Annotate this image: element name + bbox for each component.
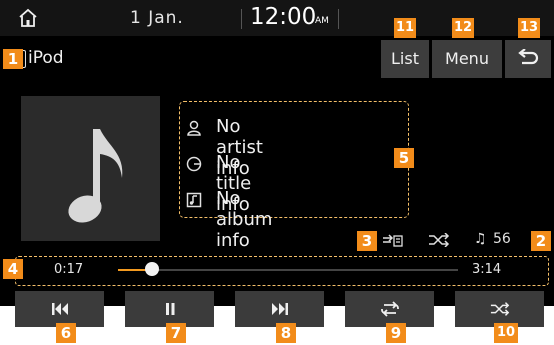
divider: [241, 9, 242, 29]
pause-icon: [163, 302, 177, 316]
next-button[interactable]: [235, 291, 324, 327]
repeat-button[interactable]: [345, 291, 434, 327]
callout-13: 13: [518, 18, 540, 38]
date: 1 Jan.: [130, 8, 184, 28]
person-icon: [186, 120, 204, 136]
callout-12: 12: [452, 18, 474, 38]
previous-button[interactable]: [15, 291, 104, 327]
callout-8: 8: [276, 323, 296, 343]
song-count: 56: [493, 231, 511, 247]
elapsed-time: 0:17: [54, 262, 84, 277]
back-icon: [517, 49, 539, 67]
callout-11: 11: [394, 18, 416, 38]
divider: [338, 9, 339, 29]
progress-track[interactable]: [118, 262, 458, 276]
shuffle-icon: [428, 233, 450, 247]
callout-9: 9: [386, 323, 406, 343]
album-art: [21, 96, 160, 241]
clock: 12:00: [250, 4, 317, 30]
progress-handle[interactable]: [145, 262, 159, 276]
skip-next-icon: [271, 302, 289, 316]
repeat-folder-icon: [381, 233, 403, 247]
callout-5: 5: [394, 148, 414, 168]
skip-previous-icon: [51, 302, 69, 316]
callout-3: 3: [357, 231, 377, 251]
repeat-icon: [379, 301, 401, 317]
player-panel: 1 Jan. 12:00 AM ♫ iPod List Menu: [0, 0, 554, 306]
shuffle-icon: [490, 302, 510, 316]
callout-1: 1: [3, 49, 23, 69]
music-note-icon: [68, 129, 123, 223]
source-label: iPod: [28, 48, 64, 68]
callout-10: 10: [494, 323, 518, 343]
total-time: 3:14: [472, 262, 502, 277]
song-count-icon: ♫: [474, 231, 487, 247]
callout-7: 7: [166, 323, 186, 343]
home-icon[interactable]: [18, 8, 38, 28]
back-button[interactable]: [505, 40, 551, 78]
progress-bar-area: [15, 256, 549, 286]
menu-button[interactable]: Menu: [432, 40, 502, 78]
album-text: No album info: [216, 188, 273, 251]
ampm: AM: [315, 16, 329, 26]
track-info: No artist info No title info No album in…: [179, 101, 409, 251]
callout-2: 2: [531, 231, 551, 251]
list-button[interactable]: List: [381, 40, 429, 78]
callout-4: 4: [3, 259, 23, 279]
screen: 1 Jan. 12:00 AM ♫ iPod List Menu: [0, 0, 554, 345]
shuffle-button[interactable]: [455, 291, 544, 327]
pause-button[interactable]: [125, 291, 214, 327]
disc-icon: [186, 156, 204, 172]
album-icon: [186, 192, 204, 208]
callout-6: 6: [56, 323, 76, 343]
